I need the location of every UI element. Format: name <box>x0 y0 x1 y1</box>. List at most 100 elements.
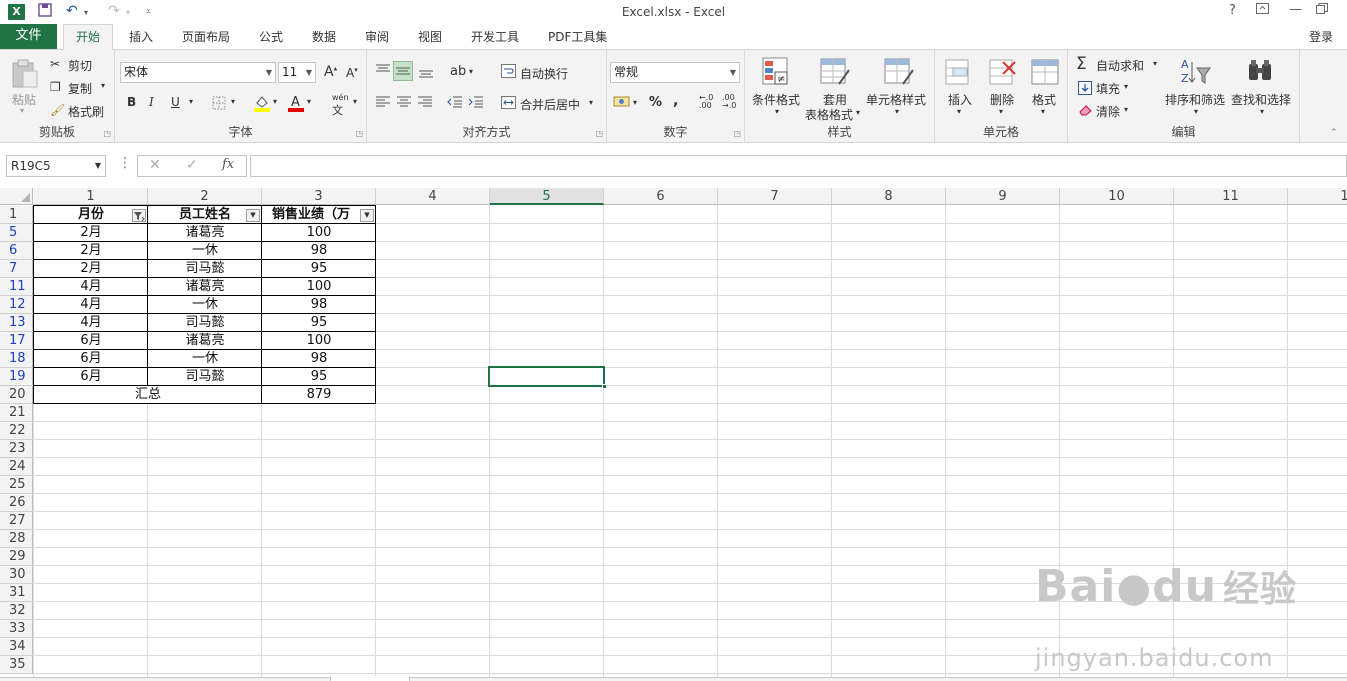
column-header[interactable]: 5 <box>490 188 604 205</box>
column-header[interactable]: 1 <box>34 188 148 205</box>
column-header[interactable]: 4 <box>376 188 490 205</box>
font-name-combo[interactable]: 宋体 ▼ <box>120 62 276 83</box>
autosum-dropdown-icon[interactable]: ▾ <box>1153 59 1157 68</box>
row-header[interactable]: 20 <box>0 386 33 404</box>
align-right-icon[interactable] <box>417 96 433 111</box>
row-header[interactable]: 13 <box>0 314 33 332</box>
autosum-icon[interactable]: Σ <box>1076 54 1087 74</box>
italic-button[interactable]: I <box>149 95 154 109</box>
tab-data[interactable]: 数据 <box>312 28 336 45</box>
row-header[interactable]: 28 <box>0 530 33 548</box>
formula-input[interactable] <box>250 155 1347 177</box>
cell-styles-button[interactable]: 单元格样式 <box>866 91 926 108</box>
row-header[interactable]: 11 <box>0 278 33 296</box>
number-format-combo[interactable]: 常规 ▼ <box>610 62 740 83</box>
row-header[interactable]: 23 <box>0 440 33 458</box>
row-header[interactable]: 34 <box>0 638 33 656</box>
formula-bar-options-icon[interactable]: ⋮ <box>118 155 132 171</box>
fill-color-icon[interactable] <box>254 94 270 115</box>
column-header[interactable]: 8 <box>832 188 946 205</box>
tab-home[interactable]: 开始 <box>63 24 113 50</box>
orientation-icon[interactable]: ab <box>450 64 466 79</box>
fill-handle[interactable] <box>602 384 607 389</box>
merge-dropdown-icon[interactable]: ▾ <box>589 98 593 107</box>
increase-indent-icon[interactable] <box>468 96 484 111</box>
conditional-format-button[interactable]: 条件格式 <box>752 91 800 108</box>
column-header[interactable]: 2 <box>148 188 262 205</box>
cell-styles-icon[interactable] <box>883 56 915 88</box>
row-header[interactable]: 30 <box>0 566 33 584</box>
merge-center-icon[interactable] <box>501 96 516 112</box>
row-header[interactable]: 5 <box>0 224 33 242</box>
merge-center-button[interactable]: 合并后居中 <box>520 96 580 113</box>
row-header[interactable]: 17 <box>0 332 33 350</box>
row-header[interactable]: 19 <box>0 368 33 386</box>
underline-dropdown-icon[interactable]: ▾ <box>189 97 193 106</box>
fill-icon[interactable] <box>1078 81 1092 98</box>
row-header[interactable]: 21 <box>0 404 33 422</box>
row-header[interactable]: 12 <box>0 296 33 314</box>
percent-style-button[interactable]: % <box>649 95 662 110</box>
row-header[interactable]: 6 <box>0 242 33 260</box>
column-header[interactable]: 9 <box>946 188 1060 205</box>
sort-filter-button[interactable]: 排序和筛选 <box>1165 91 1225 108</box>
column-header[interactable]: 10 <box>1060 188 1174 205</box>
insert-function-button[interactable]: fx <box>222 157 234 172</box>
column-header[interactable]: 7 <box>718 188 832 205</box>
worksheet-grid[interactable]: 1 2 3 4 5 6 7 8 9 10 11 1 1 月份 员工姓名 ▼ 销售业绩（万 ▼ 5 2月 诸葛亮 100 6 2… <box>0 188 1347 678</box>
increase-decimal-icon[interactable]: ←.0.00 <box>699 94 713 110</box>
paste-icon[interactable] <box>11 59 39 92</box>
autosum-button[interactable]: 自动求和 <box>1096 57 1144 74</box>
font-launcher-icon[interactable]: ◳ <box>355 129 363 138</box>
name-box[interactable]: R19C5 ▼ <box>6 155 106 177</box>
font-color-dropdown-icon[interactable]: ▾ <box>307 97 311 106</box>
cancel-icon[interactable]: ✕ <box>149 157 161 173</box>
delete-cells-button[interactable]: 删除 <box>990 91 1014 108</box>
shrink-font-icon[interactable]: A▾ <box>346 66 358 80</box>
row-header[interactable]: 18 <box>0 350 33 368</box>
align-top-icon[interactable] <box>375 63 391 80</box>
row-header[interactable]: 31 <box>0 584 33 602</box>
wrap-text-button[interactable]: 自动换行 <box>520 65 568 82</box>
format-dropdown-icon[interactable]: ▾ <box>1041 107 1045 116</box>
phonetic-guide-button[interactable]: wén 文 <box>332 93 349 118</box>
decrease-indent-icon[interactable] <box>447 96 463 111</box>
column-header[interactable]: 11 <box>1174 188 1288 205</box>
find-dropdown-icon[interactable]: ▾ <box>1260 107 1264 116</box>
tab-file[interactable]: 文件 <box>0 24 57 49</box>
format-cells-icon[interactable] <box>1029 56 1061 88</box>
align-bottom-icon[interactable] <box>418 65 434 82</box>
column-header[interactable]: 1 <box>1288 188 1347 205</box>
format-as-table-dropdown-icon[interactable]: ▾ <box>856 108 860 117</box>
align-left-icon[interactable] <box>375 96 391 111</box>
clear-dropdown-icon[interactable]: ▾ <box>1124 105 1128 114</box>
cell-styles-dropdown-icon[interactable]: ▾ <box>895 107 899 116</box>
row-header[interactable]: 26 <box>0 494 33 512</box>
delete-dropdown-icon[interactable]: ▾ <box>999 107 1003 116</box>
tab-pdf-tools[interactable]: PDF工具集 <box>548 28 607 45</box>
sign-in-link[interactable]: 登录 <box>1309 28 1333 45</box>
conditional-dropdown-icon[interactable]: ▾ <box>775 107 779 116</box>
row-header[interactable]: 32 <box>0 602 33 620</box>
clipboard-launcher-icon[interactable]: ◳ <box>103 129 111 138</box>
enter-icon[interactable]: ✓ <box>186 157 198 173</box>
delete-cells-icon[interactable] <box>987 56 1019 88</box>
align-middle-icon[interactable] <box>393 61 413 81</box>
find-select-button[interactable]: 查找和选择 <box>1231 91 1291 108</box>
fill-color-dropdown-icon[interactable]: ▾ <box>273 97 277 106</box>
number-launcher-icon[interactable]: ◳ <box>733 129 741 138</box>
format-as-table-label-2[interactable]: 表格格式 <box>805 106 853 123</box>
sort-filter-icon[interactable]: AZ <box>1178 56 1211 88</box>
insert-cells-button[interactable]: 插入 <box>948 91 972 108</box>
insert-cells-icon[interactable] <box>943 56 975 88</box>
cut-button[interactable]: 剪切 <box>68 57 92 74</box>
orientation-dropdown-icon[interactable]: ▾ <box>469 67 473 76</box>
sort-dropdown-icon[interactable]: ▾ <box>1194 107 1198 116</box>
format-painter-icon[interactable]: 🖌 <box>50 103 65 117</box>
clear-icon[interactable] <box>1078 104 1093 119</box>
cut-icon[interactable]: ✂ <box>50 57 60 71</box>
phonetic-dropdown-icon[interactable]: ▾ <box>353 97 357 106</box>
fill-dropdown-icon[interactable]: ▾ <box>1124 82 1128 91</box>
decrease-decimal-icon[interactable]: .00 →.0 <box>722 94 736 110</box>
column-header[interactable]: 6 <box>604 188 718 205</box>
